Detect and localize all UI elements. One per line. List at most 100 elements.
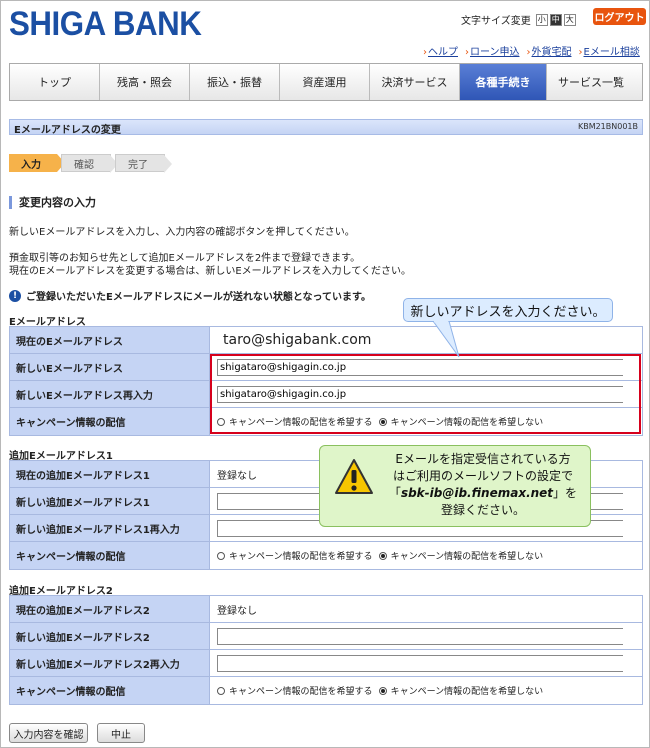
add2-confirm-label: 新しい追加Eメールアドレス2再入力	[10, 650, 210, 676]
radio-label: キャンペーン情報の配信を希望しない	[390, 552, 544, 562]
table-row: 新しいEメールアドレス	[10, 354, 642, 381]
screen-code: KBM21BN001B	[577, 122, 638, 131]
table-row: 新しいEメールアドレス再入力	[10, 381, 642, 408]
foreign-currency-link[interactable]: 外貨宅配	[532, 47, 572, 58]
add1-campaign-not-want-radio[interactable]: キャンペーン情報の配信を希望しない	[378, 549, 544, 562]
radio-label: キャンペーン情報の配信を希望する	[229, 687, 373, 697]
campaign-want-radio[interactable]: キャンペーン情報の配信を希望する	[217, 415, 373, 428]
warning-icon	[335, 459, 373, 494]
loan-link[interactable]: ローン申込	[470, 47, 520, 58]
cancel-button[interactable]: 中止	[97, 723, 145, 743]
input-hint-callout: 新しいアドレスを入力ください。	[403, 298, 613, 322]
add1-current-label: 現在の追加Eメールアドレス1	[10, 461, 210, 487]
confirm-email-label: 新しいEメールアドレス再入力	[10, 381, 210, 407]
font-size-medium-button[interactable]: 中	[549, 13, 562, 26]
warning-text: Eメールを指定受信されている方 はご利用のメールソフトの設定で 「sbk-ib@…	[380, 451, 586, 519]
arrow-icon: ›	[465, 47, 469, 58]
section-title: 変更内容の入力	[9, 196, 96, 209]
confirm-input-button[interactable]: 入力内容を確認	[9, 723, 88, 743]
table-row: キャンペーン情報の配信 キャンペーン情報の配信を希望する キャンペーン情報の配信…	[10, 408, 642, 435]
warning-line: はご利用のメールソフトの設定で	[392, 469, 573, 483]
page-title: Eメールアドレスの変更	[14, 125, 121, 136]
font-size-small-button[interactable]: 小	[535, 13, 548, 26]
notice-text: ご登録いただいたEメールアドレスにメールが送れない状態となっています。	[26, 292, 372, 303]
table-row: 新しい追加Eメールアドレス2	[10, 623, 642, 650]
table-row: キャンペーン情報の配信 キャンペーン情報の配信を希望する キャンペーン情報の配信…	[10, 677, 642, 704]
add1-confirm-label: 新しい追加Eメールアドレス1再入力	[10, 515, 210, 541]
step-confirm: 確認	[61, 154, 118, 173]
step-input: 入力	[9, 154, 65, 172]
radio-label: キャンペーン情報の配信を希望しない	[390, 418, 544, 428]
add2-table: 現在の追加Eメールアドレス2 登録なし 新しい追加Eメールアドレス2 新しい追加…	[9, 595, 643, 705]
new-email-label: 新しいEメールアドレス	[10, 354, 210, 380]
info-icon: !	[9, 289, 21, 302]
radio-label: キャンペーン情報の配信を希望する	[229, 418, 373, 428]
tab-procedures[interactable]: 各種手続き	[460, 64, 547, 100]
sender-address: sbk-ib@ib.finemax.net	[400, 486, 554, 500]
table-row: 現在のEメールアドレス taro@shigabank.com	[10, 327, 642, 354]
loan-link-wrap: ›ローン申込	[465, 43, 520, 58]
add2-campaign-label: キャンペーン情報の配信	[10, 677, 210, 704]
font-size-control: 文字サイズ変更 小 中 大	[461, 12, 576, 27]
current-email-value: taro@shigabank.com	[223, 332, 372, 348]
main-nav: トップ 残高・照会 振込・振替 資産運用 決済サービス 各種手続き サービス一覧	[9, 63, 643, 101]
add2-campaign-not-want-radio[interactable]: キャンペーン情報の配信を希望しない	[378, 684, 544, 697]
table-row: キャンペーン情報の配信 キャンペーン情報の配信を希望する キャンペーン情報の配信…	[10, 542, 642, 569]
add1-campaign-label: キャンペーン情報の配信	[10, 542, 210, 569]
add2-new-label: 新しい追加Eメールアドレス2	[10, 623, 210, 649]
instruction-text: 新しいEメールアドレスを入力し、入力内容の確認ボタンを押してください。	[9, 227, 355, 238]
radio-icon	[217, 686, 225, 695]
font-size-label: 文字サイズ変更	[461, 16, 531, 27]
quote-open: 「	[388, 486, 401, 500]
callout-tail	[432, 321, 460, 358]
campaign-label: キャンペーン情報の配信	[10, 408, 210, 435]
email-consult-link[interactable]: Eメール相談	[584, 47, 640, 58]
tab-transfer[interactable]: 振込・振替	[190, 64, 280, 100]
arrow-icon: ›	[578, 47, 583, 58]
warning-line: Eメールを指定受信されている方	[395, 452, 571, 466]
radio-selected-icon	[378, 686, 387, 695]
instruction-text: 現在のEメールアドレスを変更する場合は、新しいEメールアドレスを入力してください…	[9, 266, 412, 277]
page-title-bar: Eメールアドレスの変更 KBM21BN001B	[9, 119, 643, 136]
email-table: 現在のEメールアドレス taro@shigabank.com 新しいEメールアド…	[9, 326, 643, 436]
delivery-notice: ! ご登録いただいたEメールアドレスにメールが送れない状態となっています。	[9, 288, 371, 303]
fx-link-wrap: ›外貨宅配	[527, 43, 572, 58]
tab-top[interactable]: トップ	[10, 64, 100, 100]
page-frame: SHIGA BANK 文字サイズ変更 小 中 大 ログアウト ›ヘルプ ›ローン…	[0, 0, 650, 748]
confirm-email-input[interactable]	[217, 385, 623, 403]
quote-close: 」を	[553, 486, 578, 500]
help-link-wrap: ›ヘルプ	[423, 43, 458, 58]
step-complete: 完了	[115, 154, 172, 173]
radio-label: キャンペーン情報の配信を希望しない	[390, 687, 544, 697]
consult-link-wrap: ›Eメール相談	[579, 43, 640, 58]
bank-logo[interactable]: SHIGA BANK	[9, 5, 202, 44]
tab-services[interactable]: サービス一覧	[547, 64, 635, 100]
add2-confirm-input[interactable]	[217, 654, 623, 672]
font-size-large-button[interactable]: 大	[563, 13, 576, 26]
new-email-input[interactable]	[217, 358, 623, 376]
logout-button[interactable]: ログアウト	[593, 8, 646, 25]
campaign-not-want-radio[interactable]: キャンペーン情報の配信を希望しない	[378, 415, 544, 428]
radio-icon	[217, 551, 225, 560]
add2-current-label: 現在の追加Eメールアドレス2	[10, 596, 210, 622]
add2-campaign-want-radio[interactable]: キャンペーン情報の配信を希望する	[217, 684, 373, 697]
add2-current-value: 登録なし	[217, 605, 257, 617]
add1-campaign-want-radio[interactable]: キャンペーン情報の配信を希望する	[217, 549, 373, 562]
radio-label: キャンペーン情報の配信を希望する	[229, 552, 373, 562]
table-row: 現在の追加Eメールアドレス2 登録なし	[10, 596, 642, 623]
warning-line: 「sbk-ib@ib.finemax.net」を	[380, 485, 586, 502]
add1-new-label: 新しい追加Eメールアドレス1	[10, 488, 210, 514]
tab-payment[interactable]: 決済サービス	[370, 64, 460, 100]
current-email-label: 現在のEメールアドレス	[10, 327, 210, 353]
radio-icon	[217, 417, 225, 426]
add2-new-input[interactable]	[217, 627, 623, 645]
instruction-text: 預金取引等のお知らせ先として追加Eメールアドレスを2件まで登録できます。	[9, 253, 361, 264]
utility-links: ›ヘルプ ›ローン申込 ›外貨宅配 ›Eメール相談	[423, 43, 640, 58]
radio-selected-icon	[378, 551, 387, 560]
help-link[interactable]: ヘルプ	[428, 47, 458, 58]
arrow-icon: ›	[526, 47, 531, 58]
arrow-icon: ›	[423, 47, 427, 58]
tab-balance[interactable]: 残高・照会	[100, 64, 190, 100]
warning-callout: Eメールを指定受信されている方 はご利用のメールソフトの設定で 「sbk-ib@…	[319, 445, 591, 527]
tab-asset[interactable]: 資産運用	[280, 64, 370, 100]
